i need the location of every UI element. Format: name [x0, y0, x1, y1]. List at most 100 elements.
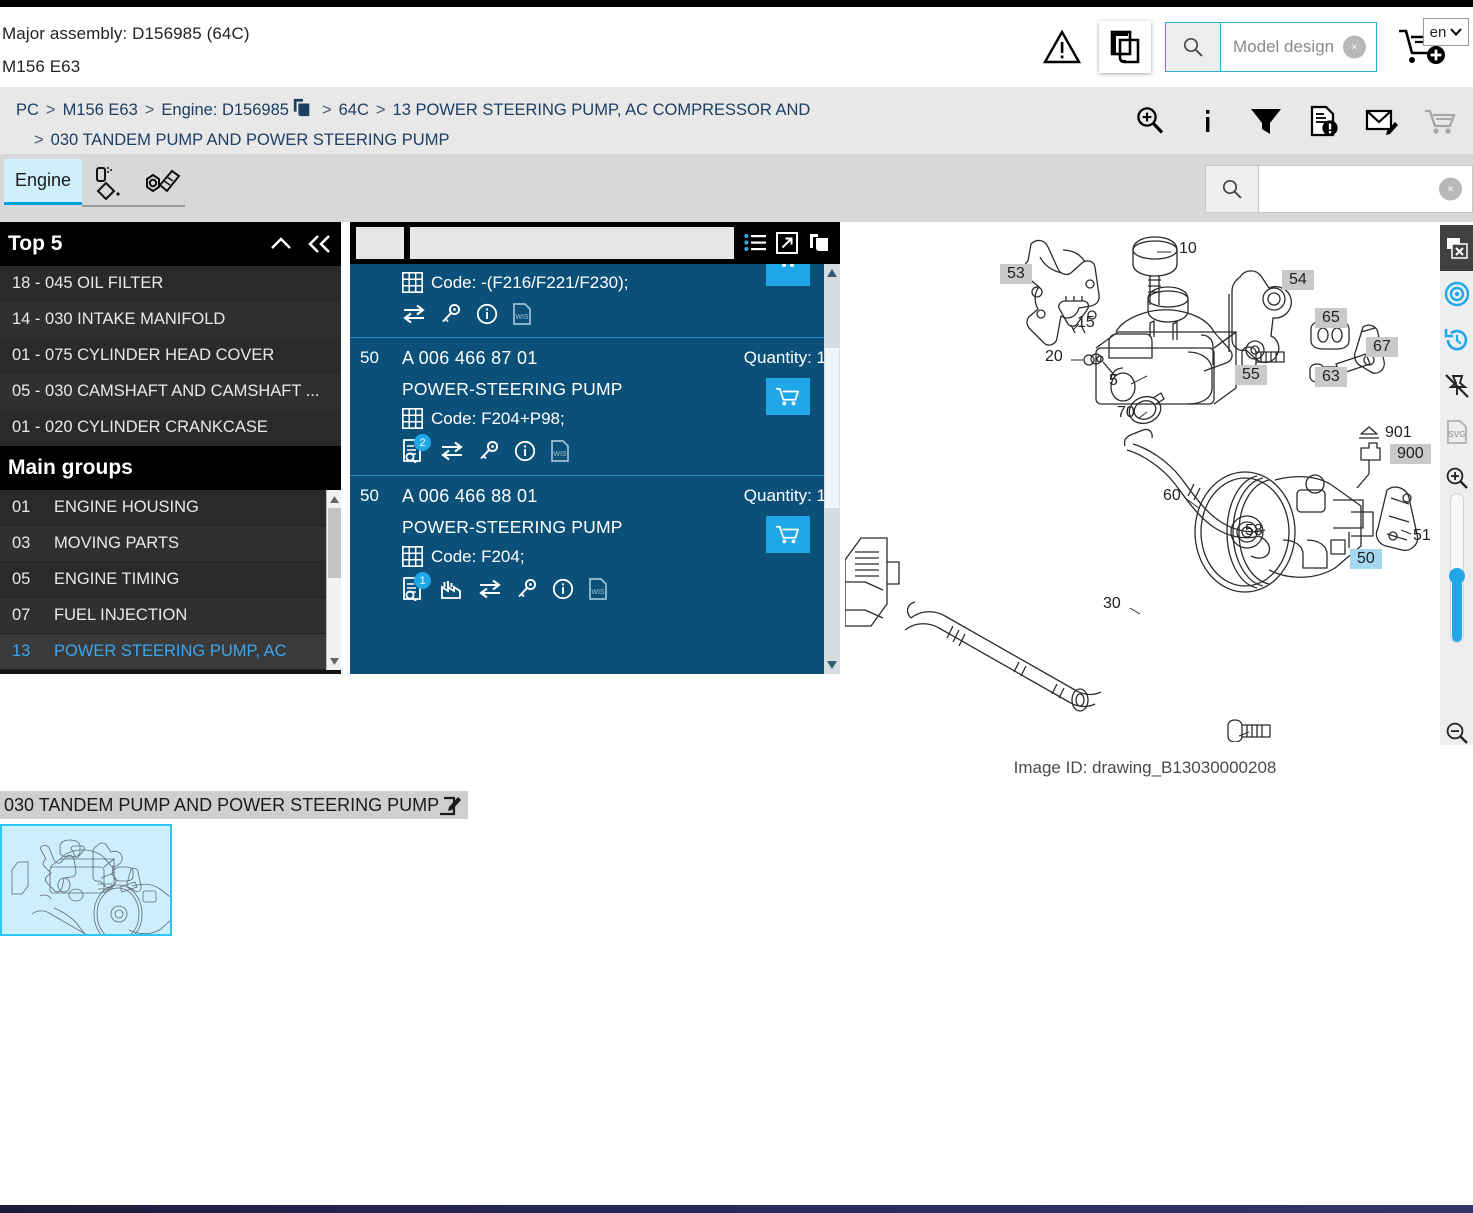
list-view-icon[interactable] — [744, 233, 766, 253]
svg-export-icon[interactable]: SVG — [1440, 409, 1473, 455]
callout-10[interactable]: 10 — [1179, 240, 1197, 258]
top5-item-2[interactable]: 01 - 075 CYLINDER HEAD COVER — [0, 338, 341, 374]
callout-60[interactable]: 60 — [1163, 487, 1181, 505]
copy-documents-icon[interactable] — [1099, 21, 1151, 73]
copy-icon[interactable] — [808, 232, 830, 254]
unpin-icon[interactable] — [1440, 363, 1473, 409]
exploded-parts-drawing[interactable] — [845, 222, 1473, 742]
sidebar-item-power-steering-pump[interactable]: 13 POWER STEERING PUMP, AC — [0, 634, 326, 670]
close-window-icon[interactable] — [1440, 225, 1473, 271]
warning-triangle-icon[interactable] — [1039, 24, 1085, 70]
breadcrumb-item-5[interactable]: 030 TANDEM PUMP AND POWER STEERING PUMP — [51, 131, 450, 149]
sidebar-item-fuel-injection[interactable]: 07 FUEL INJECTION — [0, 598, 326, 634]
tab-engine[interactable]: Engine — [4, 159, 82, 205]
bolt-nut-icon[interactable] — [136, 162, 184, 204]
info-circle-icon[interactable] — [514, 440, 536, 462]
parts-filter-position-input[interactable] — [356, 227, 404, 259]
scrollbar-thumb[interactable] — [825, 348, 839, 508]
parts-list-body[interactable]: Code: -(F216/F221/F230); WIS 50 Quantity… — [350, 264, 840, 674]
add-to-cart-button[interactable] — [766, 516, 810, 553]
factory-icon[interactable] — [440, 578, 464, 600]
callout-70[interactable]: 70 — [1117, 404, 1135, 422]
copy-documents-icon[interactable] — [292, 98, 312, 118]
doc-search-icon[interactable]: 2 — [402, 434, 431, 463]
callout-51[interactable]: 51 — [1413, 527, 1431, 545]
top5-item-1[interactable]: 14 - 030 INTAKE MANIFOLD — [0, 302, 341, 338]
key-icon[interactable] — [516, 578, 538, 600]
list-item[interactable] — [0, 824, 172, 936]
callout-5[interactable]: 5 — [1109, 372, 1118, 390]
doc-search-icon[interactable]: 1 — [402, 572, 431, 601]
part-number[interactable]: A 006 466 87 01 — [402, 348, 730, 369]
callout-65[interactable]: 65 — [1315, 308, 1347, 328]
expand-icon[interactable] — [776, 232, 798, 254]
breadcrumb-item-3[interactable]: 64C — [339, 101, 369, 119]
swap-icon[interactable] — [478, 578, 502, 600]
zoom-in-icon[interactable] — [1133, 104, 1167, 138]
zoom-out-icon[interactable] — [1440, 710, 1473, 756]
scrollbar-thumb[interactable] — [328, 508, 341, 578]
clear-icon[interactable]: × — [1439, 177, 1462, 201]
callout-63[interactable]: 63 — [1315, 367, 1347, 387]
filter-icon[interactable] — [1249, 104, 1283, 138]
sidebar-item-engine-housing[interactable]: 01 ENGINE HOUSING — [0, 490, 326, 526]
callout-55[interactable]: 55 — [1235, 365, 1267, 385]
scroll-up-icon[interactable] — [824, 264, 840, 282]
global-search-input[interactable]: × — [1259, 166, 1472, 212]
callout-900[interactable]: 900 — [1390, 444, 1431, 464]
callout-20[interactable]: 20 — [1045, 348, 1063, 366]
callout-901[interactable]: 901 — [1385, 424, 1412, 442]
mail-edit-icon[interactable] — [1365, 104, 1399, 138]
edit-pencil-icon[interactable] — [440, 794, 462, 816]
scroll-down-icon[interactable] — [824, 656, 840, 674]
breadcrumb-item-4[interactable]: 13 POWER STEERING PUMP, AC COMPRESSOR AN… — [393, 101, 811, 119]
language-selector[interactable]: en — [1423, 18, 1469, 46]
info-icon[interactable] — [1191, 104, 1225, 138]
key-icon[interactable] — [440, 303, 462, 325]
parts-filter-input[interactable] — [410, 227, 734, 259]
clear-icon[interactable]: × — [1343, 35, 1366, 59]
zoom-slider[interactable] — [1449, 493, 1465, 643]
callout-30[interactable]: 30 — [1103, 595, 1121, 613]
wis-doc-icon[interactable]: WIS — [550, 440, 570, 462]
zoom-slider-handle[interactable] — [1449, 568, 1465, 584]
sidebar-item-engine-timing[interactable]: 05 ENGINE TIMING — [0, 562, 326, 598]
info-circle-icon[interactable] — [552, 578, 574, 600]
swap-icon[interactable] — [440, 440, 464, 462]
info-circle-icon[interactable] — [476, 303, 498, 325]
table-row[interactable]: Code: -(F216/F221/F230); WIS — [350, 264, 840, 338]
cart-button-partial[interactable] — [766, 264, 810, 286]
breadcrumb-item-2[interactable]: Engine: D156985 — [161, 101, 289, 119]
history-reset-icon[interactable] — [1440, 317, 1473, 363]
document-alert-icon[interactable] — [1307, 104, 1341, 138]
spray-paint-icon[interactable] — [88, 162, 136, 204]
model-designation-search[interactable]: Model design × — [1165, 22, 1377, 72]
add-to-cart-button[interactable] — [766, 378, 810, 415]
wis-doc-icon[interactable]: WIS — [588, 578, 608, 600]
callout-53[interactable]: 53 — [1000, 264, 1032, 284]
callout-54[interactable]: 54 — [1282, 270, 1314, 290]
target-icon[interactable] — [1440, 271, 1473, 317]
part-number[interactable]: A 006 466 88 01 — [402, 486, 730, 507]
table-row[interactable]: 50 Quantity: 1 A 006 466 88 01 POWER-STE… — [350, 476, 840, 613]
table-row[interactable]: 50 Quantity: 1 A 006 466 87 01 POWER-STE… — [350, 338, 840, 476]
callout-15[interactable]: 15 — [1077, 314, 1095, 332]
main-groups-scrollbar[interactable] — [326, 490, 341, 670]
scroll-down-icon[interactable] — [327, 653, 342, 669]
shopping-cart-icon[interactable] — [1423, 104, 1457, 138]
chevron-up-icon[interactable] — [269, 235, 293, 253]
parts-list-scrollbar[interactable] — [824, 264, 840, 674]
callout-67[interactable]: 67 — [1366, 337, 1398, 357]
double-chevron-left-icon[interactable] — [307, 234, 333, 254]
wis-doc-icon[interactable]: WIS — [512, 303, 532, 325]
scroll-up-icon[interactable] — [327, 491, 342, 507]
callout-58[interactable]: 58 — [1245, 522, 1263, 540]
top5-item-4[interactable]: 01 - 020 CYLINDER CRANKCASE — [0, 410, 341, 446]
top5-item-3[interactable]: 05 - 030 CAMSHAFT AND CAMSHAFT ... — [0, 374, 341, 410]
global-search[interactable]: × — [1205, 165, 1473, 213]
model-search-field[interactable]: Model design × — [1221, 23, 1376, 71]
breadcrumb-item-1[interactable]: M156 E63 — [63, 101, 138, 119]
callout-50[interactable]: 50 — [1350, 549, 1382, 569]
sidebar-item-moving-parts[interactable]: 03 MOVING PARTS — [0, 526, 326, 562]
top5-item-0[interactable]: 18 - 045 OIL FILTER — [0, 266, 341, 302]
